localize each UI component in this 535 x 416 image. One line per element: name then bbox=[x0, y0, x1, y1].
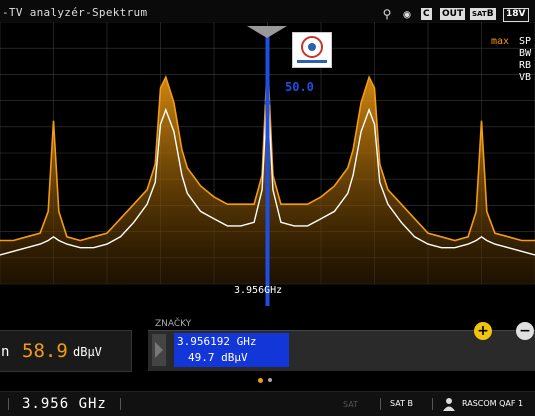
marker-line[interactable] bbox=[265, 34, 270, 306]
legend-sp: SP bbox=[519, 36, 532, 47]
marker-prev-button[interactable] bbox=[152, 334, 166, 366]
marker-level: 49.7 dBµV bbox=[188, 351, 248, 364]
satellite-dish-icon: ⚲ bbox=[382, 7, 392, 21]
level-panel[interactable]: n 58.9 dBµV bbox=[0, 330, 132, 372]
legend-bw: BW bbox=[519, 48, 532, 59]
sat-label: SAT bbox=[472, 10, 487, 18]
marker-readout-box[interactable]: 3.956192 GHz 49.7 dBµV bbox=[174, 333, 289, 367]
user-icon bbox=[443, 398, 455, 411]
legend-rb: RB bbox=[519, 60, 532, 71]
bottom-frequency: 3.956 GHz bbox=[22, 396, 107, 412]
markers-section-label: ZNAČKY bbox=[155, 319, 192, 329]
remove-marker-button[interactable]: − bbox=[516, 322, 534, 340]
out-badge: OUT bbox=[440, 8, 466, 20]
page-dot-2[interactable] bbox=[268, 378, 272, 382]
bottom-bar: 3.956 GHz SAT SAT B RASCOM QAF 1 bbox=[0, 391, 535, 416]
level-value: 58.9 bbox=[22, 340, 68, 362]
legend-max-label: max bbox=[491, 36, 510, 47]
level-prefix: n bbox=[1, 344, 10, 360]
satellite-name: RASCOM QAF 1 bbox=[462, 399, 524, 408]
bottom-sat-label: SAT B bbox=[390, 399, 413, 408]
window-title: -TV analyzér-Spektrum bbox=[2, 6, 148, 19]
sat-badge: SATB bbox=[470, 8, 496, 20]
sat-value: B bbox=[486, 9, 494, 19]
marker-frequency: 3.956192 GHz bbox=[177, 335, 257, 348]
level-unit: dBµV bbox=[73, 345, 102, 359]
watermark-logo bbox=[292, 32, 332, 68]
c-band-badge: C bbox=[421, 8, 432, 20]
page-dot-1[interactable] bbox=[258, 378, 263, 383]
spectrum-plot[interactable] bbox=[0, 22, 535, 310]
marker-level-readout: 50.0 bbox=[285, 80, 314, 94]
center-frequency-label: 3.956GHz bbox=[234, 285, 283, 296]
radio-signal-icon: ◉ bbox=[403, 7, 411, 21]
marker-handle[interactable] bbox=[247, 26, 287, 38]
status-bar: -TV analyzér-Spektrum ⚲ ◉ C OUT SATB 18V bbox=[0, 0, 535, 22]
add-marker-button[interactable]: + bbox=[474, 322, 492, 340]
marker-point[interactable] bbox=[264, 99, 271, 106]
lnb-voltage-badge: 18V bbox=[503, 8, 529, 22]
sat-watermark: SAT bbox=[343, 400, 358, 409]
legend-vb: VB bbox=[519, 72, 532, 83]
